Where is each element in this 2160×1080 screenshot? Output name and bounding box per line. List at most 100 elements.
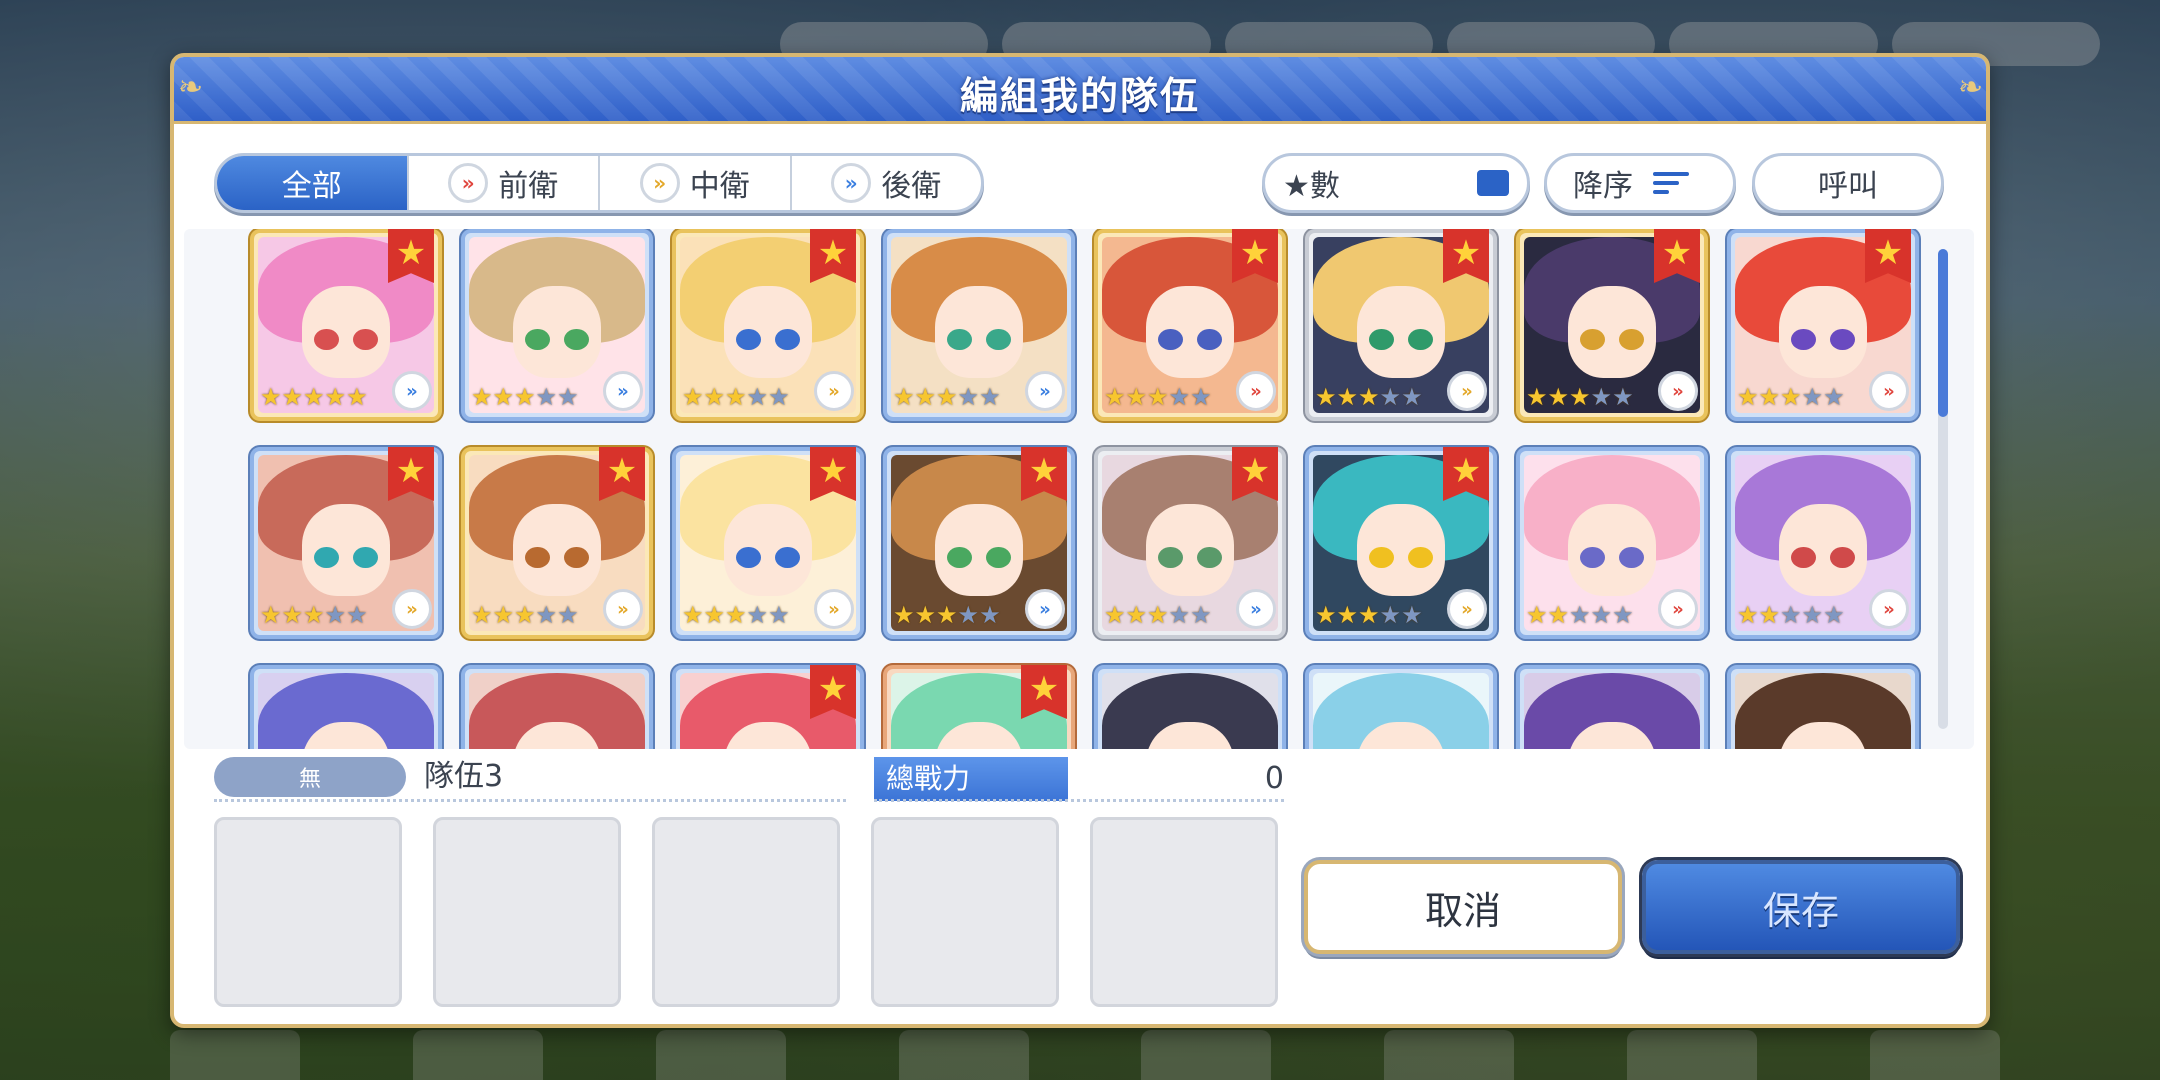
star-icon: ★ [1190, 601, 1212, 629]
party-slot-5[interactable] [1090, 817, 1278, 1007]
party-slot-1[interactable] [214, 817, 402, 1007]
portrait-eye [1408, 546, 1433, 568]
star-icon: ★ [1590, 383, 1613, 411]
character-card[interactable]: ★ ★ ★ ★ ★ ★ » [250, 447, 442, 639]
star-icon: ★ [1823, 601, 1845, 629]
portrait-eye [736, 546, 761, 568]
star-icon: ★ [1401, 601, 1423, 629]
character-card[interactable]: ★ ★ ★ ★ ★» [883, 229, 1075, 421]
star-icon: ★ [893, 601, 915, 629]
portrait-eye [1197, 546, 1222, 568]
star-rating: ★ ★ ★ ★ ★ [1526, 385, 1634, 409]
portrait-eye [1580, 328, 1605, 350]
star-rating: ★ ★ ★ ★ ★ [1315, 603, 1423, 627]
star-rating: ★ ★ ★ ★ ★ [682, 603, 790, 627]
character-card[interactable] [461, 665, 653, 749]
portrait-face [1357, 286, 1445, 378]
call-button[interactable]: 呼叫 [1752, 153, 1944, 213]
roster-scrollbar[interactable] [1938, 249, 1948, 729]
star-icon: ★ [281, 601, 304, 629]
character-card[interactable] [1305, 665, 1497, 749]
character-card[interactable]: ★ ★ ★ ★ ★ ★ » [883, 447, 1075, 639]
portrait-eye [986, 546, 1011, 568]
portrait-face [724, 504, 812, 596]
star-icon: ★ [1758, 383, 1781, 411]
star-icon: ★ [1104, 383, 1126, 411]
star-icon: ★ [1168, 383, 1191, 411]
portrait-face [1146, 504, 1234, 596]
character-card[interactable]: ★ ★ ★ ★ ★ ★ » [1516, 229, 1708, 421]
star-icon: ★ [471, 601, 493, 629]
star-icon: ★ [260, 383, 282, 411]
tab-front[interactable]: » 前衛 [409, 156, 600, 210]
character-card[interactable]: ★ ★ ★ ★ ★» [1727, 447, 1919, 639]
cancel-button[interactable]: 取消 [1304, 860, 1622, 954]
character-card[interactable]: ★ ★ ★ ★ ★ ★ » [1727, 229, 1919, 421]
total-power-label: 總戰力 [874, 757, 1068, 801]
star-icon: ★ [1590, 601, 1613, 629]
portrait-face [513, 286, 601, 378]
team-type-badge: 無 [214, 757, 406, 797]
star-icon: ★ [936, 601, 958, 629]
star-icon: ★ [471, 383, 493, 411]
character-card[interactable]: ★ [883, 665, 1075, 749]
star-rating: ★ ★ ★ ★ ★ [1104, 603, 1212, 627]
character-roster-grid[interactable]: ★ ★ ★ ★ ★ ★» ★ ★ ★ ★ ★» ★ ★ ★ ★ ★ ★» ★ ★ ★ ★ ★» ★ ★ ★ ★ ★ ★» ★ ★ ★ ★ ★ ★»… [184, 229, 1974, 749]
star-icon: ★ [768, 601, 790, 629]
star-icon: ★ [979, 383, 1001, 411]
portrait-eye [1158, 328, 1183, 350]
character-card[interactable]: ★ [672, 665, 864, 749]
character-card[interactable]: ★ ★ ★ ★ ★ ★ » [1094, 229, 1286, 421]
star-icon: ★ [725, 383, 747, 411]
character-card[interactable]: ★ ★ ★ ★ ★ ★ » [250, 229, 442, 421]
star-icon: ★ [1336, 383, 1359, 411]
tab-back[interactable]: » 後衛 [792, 156, 982, 210]
portrait-face [935, 504, 1023, 596]
character-card[interactable]: ★ ★ ★ ★ ★ ★ » [1305, 447, 1497, 639]
star-icon: ★ [492, 601, 515, 629]
portrait-eye [775, 328, 800, 350]
character-card[interactable] [1094, 665, 1286, 749]
star-icon: ★ [768, 383, 790, 411]
party-slot-3[interactable] [652, 817, 840, 1007]
scrollbar-thumb[interactable] [1938, 249, 1948, 417]
character-card[interactable] [1727, 665, 1919, 749]
star-rating: ★ ★ ★ ★ ★ [1315, 385, 1423, 409]
star-icon: ★ [557, 601, 579, 629]
tab-label: 全部 [281, 169, 342, 204]
character-card[interactable]: ★ ★ ★ ★ ★ ★ » [1094, 447, 1286, 639]
sort-by-button[interactable]: ★數 [1262, 153, 1530, 213]
portrait-eye [1158, 546, 1183, 568]
save-button[interactable]: 保存 [1642, 860, 1960, 954]
portrait-eye [564, 328, 589, 350]
tab-label: 中衛 [689, 169, 750, 204]
character-card[interactable]: ★ ★ ★ ★ ★ ★ » [461, 447, 653, 639]
star-icon: ★ [1780, 383, 1802, 411]
character-card[interactable]: ★ ★ ★ ★ ★ ★ » [1305, 229, 1497, 421]
character-card[interactable]: ★ ★ ★ ★ ★» [461, 229, 653, 421]
middle-role-icon: » [814, 589, 854, 629]
star-rating: ★ ★ ★ ★ ★ [260, 603, 368, 627]
portrait-eye [1619, 546, 1644, 568]
portrait-eye [1408, 328, 1433, 350]
tab-all[interactable]: 全部 [217, 156, 409, 210]
character-card[interactable]: ★ ★ ★ ★ ★ ★ » [672, 229, 864, 421]
portrait-eye [525, 546, 550, 568]
portrait-eye [564, 546, 589, 568]
tab-middle[interactable]: » 中衛 [600, 156, 792, 210]
character-card[interactable]: ★ ★ ★ ★ ★ ★ » [672, 447, 864, 639]
character-card[interactable] [250, 665, 442, 749]
portrait-eye [1580, 546, 1605, 568]
character-card[interactable]: ★ ★ ★ ★ ★» [1516, 447, 1708, 639]
portrait-eye [736, 328, 761, 350]
party-slot-4[interactable] [871, 817, 1059, 1007]
back-role-icon: » [1025, 371, 1065, 411]
portrait-eye [525, 328, 550, 350]
star-icon: ★ [1612, 383, 1634, 411]
party-slot-2[interactable] [433, 817, 621, 1007]
portrait-eye [314, 328, 339, 350]
star-icon: ★ [1379, 601, 1402, 629]
character-card[interactable] [1516, 665, 1708, 749]
front-role-icon: » [1658, 371, 1698, 411]
sort-order-button[interactable]: 降序 [1544, 153, 1736, 213]
